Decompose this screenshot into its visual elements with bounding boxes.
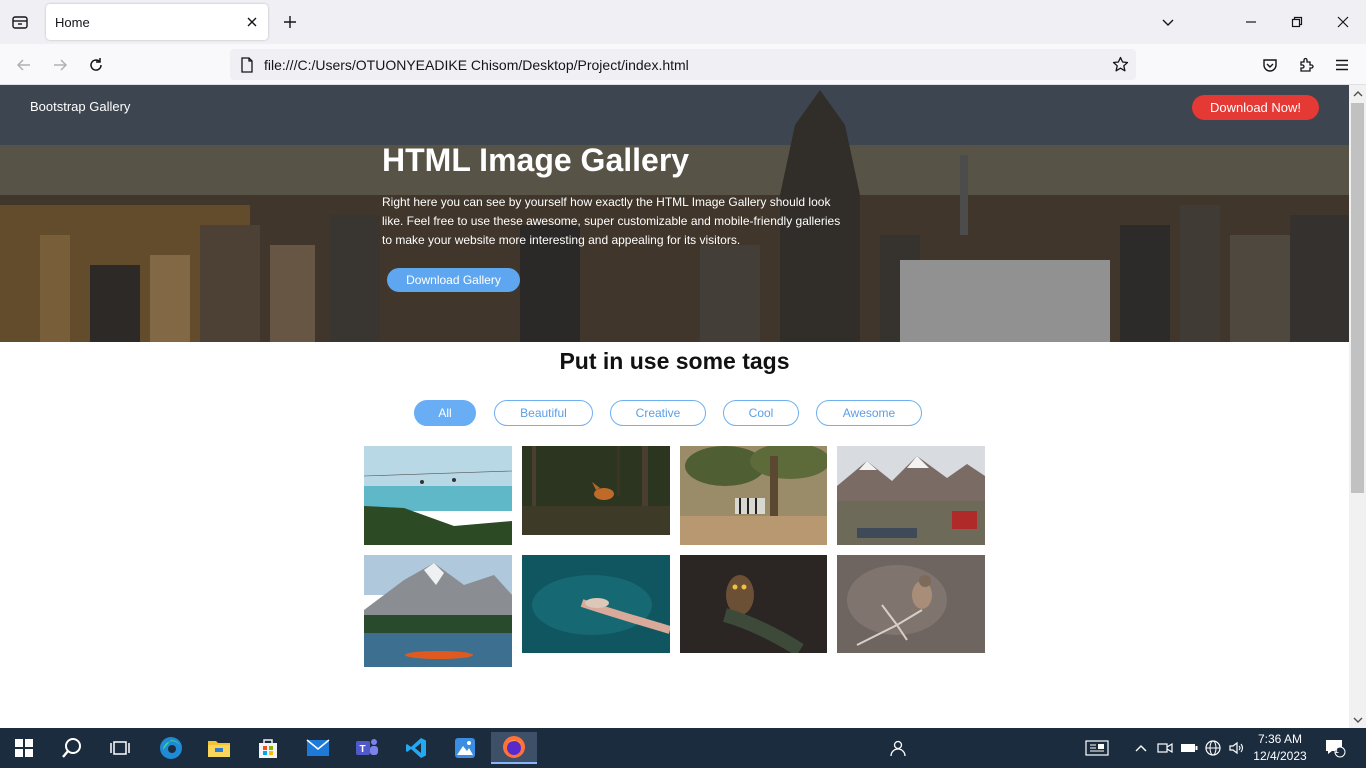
hero-title: HTML Image Gallery xyxy=(382,142,690,178)
section-title: Put in use some tags xyxy=(559,348,790,374)
gallery-image-owl[interactable] xyxy=(680,555,827,653)
filter-creative-button[interactable]: Creative xyxy=(610,400,706,426)
news-widget-icon[interactable] xyxy=(1084,736,1110,760)
brand-link[interactable]: Bootstrap Gallery xyxy=(30,99,130,114)
filter-all-button[interactable]: All xyxy=(414,400,476,426)
scroll-down-arrow-icon[interactable] xyxy=(1349,711,1366,728)
gallery-image-hand-water[interactable] xyxy=(522,555,670,653)
firefox-icon[interactable] xyxy=(491,732,537,764)
teams-icon[interactable]: T xyxy=(347,732,387,764)
gallery-image-fox[interactable] xyxy=(522,446,670,535)
reload-icon[interactable] xyxy=(83,52,109,78)
bookmark-star-icon[interactable] xyxy=(1110,54,1130,74)
network-globe-icon[interactable] xyxy=(1202,736,1224,760)
meet-now-icon[interactable] xyxy=(1154,736,1176,760)
svg-text:T: T xyxy=(360,744,366,755)
filter-awesome-button[interactable]: Awesome xyxy=(816,400,922,426)
page-icon xyxy=(241,57,253,73)
download-gallery-button[interactable]: Download Gallery xyxy=(387,268,520,292)
forward-arrow-icon[interactable] xyxy=(47,52,73,78)
notification-count-badge: 1 xyxy=(1334,745,1340,755)
gallery-image-bird-branch[interactable] xyxy=(837,555,985,653)
gallery-image-village[interactable] xyxy=(837,446,985,545)
gallery-image-mountain-kayak[interactable] xyxy=(364,555,512,667)
tab-bar: Home xyxy=(0,0,1366,44)
chevron-up-icon[interactable] xyxy=(1130,736,1152,760)
mail-icon[interactable] xyxy=(298,732,338,764)
chevron-down-icon[interactable] xyxy=(1156,10,1180,34)
people-icon[interactable] xyxy=(886,736,908,760)
microsoft-store-icon[interactable] xyxy=(248,732,288,764)
vs-code-icon[interactable] xyxy=(396,732,436,764)
hamburger-menu-icon[interactable] xyxy=(1329,52,1355,78)
windows-taskbar: T 7:36 AM 12/4/2023 1 xyxy=(0,728,1366,768)
notification-center-icon[interactable]: 1 xyxy=(1322,736,1348,760)
browser-tab[interactable]: Home xyxy=(46,4,268,40)
filter-beautiful-button[interactable]: Beautiful xyxy=(494,400,593,426)
tab-title: Home xyxy=(55,15,90,30)
address-bar[interactable]: file:///C:/Users/OTUONYEADIKE Chisom/Des… xyxy=(230,49,1136,80)
close-window-icon[interactable] xyxy=(1331,10,1355,34)
hero-description: Right here you can see by yourself how e… xyxy=(382,195,841,247)
page-viewport: Bootstrap Gallery Download Now! HTML Ima… xyxy=(0,85,1349,728)
file-explorer-icon[interactable] xyxy=(199,732,239,764)
windows-start-icon[interactable] xyxy=(4,732,44,764)
url-text: file:///C:/Users/OTUONYEADIKE Chisom/Des… xyxy=(264,57,689,73)
minimize-icon[interactable] xyxy=(1239,10,1263,34)
volume-icon[interactable] xyxy=(1226,736,1248,760)
clock-date: 12/4/2023 xyxy=(1253,749,1307,763)
extensions-icon[interactable] xyxy=(1293,52,1319,78)
page-scrollbar[interactable] xyxy=(1349,85,1366,728)
search-icon[interactable] xyxy=(52,732,92,764)
gallery-image-lake-gondola[interactable] xyxy=(364,446,512,545)
close-tab-icon[interactable] xyxy=(244,14,260,30)
scrollbar-thumb[interactable] xyxy=(1351,103,1364,493)
battery-icon xyxy=(1178,736,1200,760)
gallery-image-zebra[interactable] xyxy=(680,446,827,545)
restore-icon[interactable] xyxy=(1285,10,1309,34)
back-arrow-icon[interactable] xyxy=(11,52,37,78)
system-clock[interactable]: 7:36 AM 12/4/2023 xyxy=(1252,731,1308,765)
task-view-icon[interactable] xyxy=(100,732,140,764)
photos-icon[interactable] xyxy=(445,732,485,764)
hero-section: Bootstrap Gallery Download Now! HTML Ima… xyxy=(0,85,1349,342)
edge-browser-icon[interactable] xyxy=(151,732,191,764)
list-all-tabs-icon[interactable] xyxy=(8,10,32,34)
filter-cool-button[interactable]: Cool xyxy=(723,400,799,426)
new-tab-icon[interactable] xyxy=(279,11,301,33)
scroll-up-arrow-icon[interactable] xyxy=(1349,85,1366,102)
navigation-toolbar: file:///C:/Users/OTUONYEADIKE Chisom/Des… xyxy=(0,44,1366,85)
clock-time: 7:36 AM xyxy=(1257,732,1303,746)
download-now-button[interactable]: Download Now! xyxy=(1192,95,1319,120)
pocket-icon[interactable] xyxy=(1257,52,1283,78)
